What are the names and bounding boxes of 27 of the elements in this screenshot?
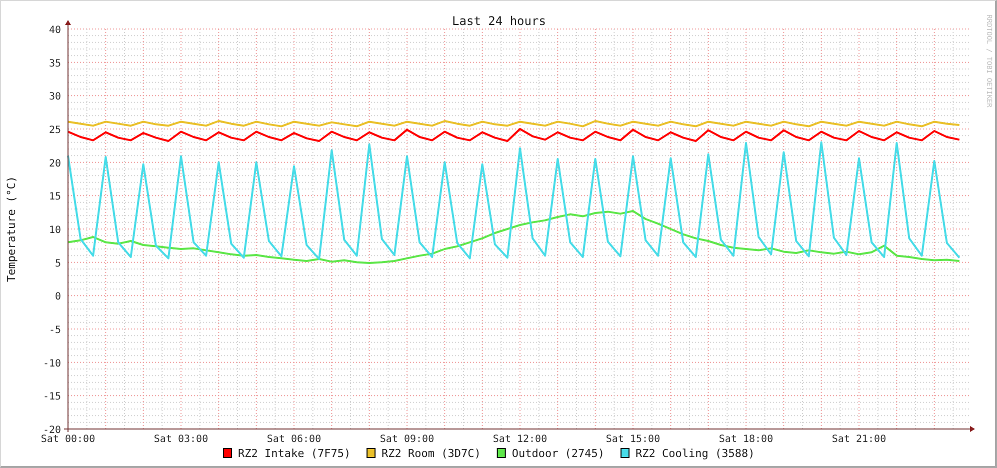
chart-title: Last 24 hours (452, 14, 546, 28)
legend-label: RZ2 Cooling (3588) (636, 447, 755, 460)
tick-label: 5 (54, 258, 61, 270)
legend-label: RZ2 Room (3D7C) (382, 447, 481, 460)
tick-label: 40 (48, 25, 61, 36)
legend-label: Outdoor (2745) (512, 447, 605, 460)
tick-label: 25 (48, 125, 61, 136)
tick-label: -10 (42, 358, 61, 370)
tick-label: Sat 15:00 (606, 434, 660, 445)
tick-label: Sat 12:00 (492, 434, 548, 445)
tick-label: 0 (54, 292, 61, 303)
tick-label: -5 (48, 325, 61, 336)
tick-label: Sat 06:00 (266, 434, 322, 445)
tick-label: Sat 03:00 (154, 434, 208, 445)
tick-label: Sat 00:00 (40, 434, 96, 445)
axis-title: Temperature (°C) (5, 176, 18, 282)
tick-label: -20 (42, 425, 61, 436)
tick-label: 35 (48, 58, 61, 70)
tick-label: 10 (48, 225, 61, 236)
tick-label: 30 (48, 92, 61, 103)
tick-label: -15 (42, 392, 61, 403)
tick-label: 20 (48, 158, 61, 170)
legend-label: RZ2 Intake (7F75) (238, 447, 351, 460)
tick-label: Sat 21:00 (832, 434, 886, 445)
tick-label: 15 (48, 192, 61, 203)
tick-label: Sat 18:00 (718, 434, 774, 445)
tick-label: Sat 09:00 (380, 434, 434, 445)
